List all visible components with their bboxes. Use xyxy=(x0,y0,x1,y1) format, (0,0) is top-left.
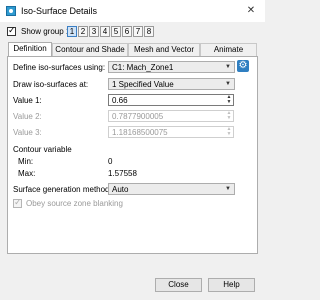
chevron-down-icon: ▼ xyxy=(225,64,231,70)
max-label: Max: xyxy=(18,169,36,178)
group-button-5[interactable]: 5 xyxy=(111,26,121,37)
max-value: 1.57558 xyxy=(108,169,137,178)
value2-text: 0.7877900005 xyxy=(112,112,164,121)
group-button-4[interactable]: 4 xyxy=(100,26,110,37)
chevron-down-icon: ▼ xyxy=(225,81,231,87)
group-button-7[interactable]: 7 xyxy=(133,26,143,37)
group-button-3[interactable]: 3 xyxy=(89,26,99,37)
value1-text: 0.66 xyxy=(112,96,128,105)
group-button-8[interactable]: 8 xyxy=(144,26,154,37)
method-value: Auto xyxy=(112,185,129,194)
min-label: Min: xyxy=(18,157,34,166)
contour-variable-heading: Contour variable xyxy=(13,145,72,154)
method-select[interactable]: Auto ▼ xyxy=(108,183,235,195)
tab-animate[interactable]: Animate xyxy=(200,43,257,56)
window-title: Iso-Surface Details xyxy=(21,6,98,16)
title-bar: Iso-Surface Details ✕ xyxy=(0,0,265,22)
show-group-label: Show group 1 xyxy=(21,27,71,36)
tab-contour-and-shade[interactable]: Contour and Shade xyxy=(52,43,128,56)
min-value: 0 xyxy=(108,157,113,166)
value3-label: Value 3: xyxy=(13,128,42,137)
method-label: Surface generation method: xyxy=(13,185,112,194)
close-button[interactable]: Close xyxy=(155,278,202,292)
define-label: Define iso-surfaces using: xyxy=(13,63,106,72)
tab-mesh-and-vector[interactable]: Mesh and Vector xyxy=(128,43,200,56)
spinner-icon: ▲ ▼ xyxy=(226,110,232,121)
app-icon xyxy=(6,6,16,16)
group-button-6[interactable]: 6 xyxy=(122,26,132,37)
draw-label: Draw iso-surfaces at: xyxy=(13,80,89,89)
chevron-down-icon: ▼ xyxy=(225,186,231,192)
tab-definition[interactable]: Definition xyxy=(8,42,52,56)
value1-input[interactable]: 0.66 ▲ ▼ xyxy=(108,94,234,106)
tab-strip: Definition Contour and Shade Mesh and Ve… xyxy=(8,42,257,56)
help-button[interactable]: Help xyxy=(208,278,255,292)
value3-text: 1.18168500075 xyxy=(112,128,168,137)
group-button-1[interactable]: 1 xyxy=(67,26,77,37)
draw-mode-select[interactable]: 1 Specified Value ▼ xyxy=(108,78,235,90)
gear-icon[interactable]: ⚙ xyxy=(237,60,249,72)
draw-mode-value: 1 Specified Value xyxy=(112,80,174,89)
spinner-icon: ▲ ▼ xyxy=(226,126,232,137)
group-button-2[interactable]: 2 xyxy=(78,26,88,37)
value1-label: Value 1: xyxy=(13,96,42,105)
obey-blanking-checkbox xyxy=(13,197,22,208)
define-variable-select[interactable]: C1: Mach_Zone1 ▼ xyxy=(108,61,235,73)
value3-input: 1.18168500075 ▲ ▼ xyxy=(108,126,234,138)
value2-label: Value 2: xyxy=(13,112,42,121)
obey-blanking-label: Obey source zone blanking xyxy=(26,199,123,208)
show-group-checkbox[interactable] xyxy=(7,25,16,36)
value2-input: 0.7877900005 ▲ ▼ xyxy=(108,110,234,122)
spinner-icon[interactable]: ▲ ▼ xyxy=(226,95,232,105)
define-variable-value: C1: Mach_Zone1 xyxy=(112,63,174,72)
window-close-icon[interactable]: ✕ xyxy=(237,0,265,22)
